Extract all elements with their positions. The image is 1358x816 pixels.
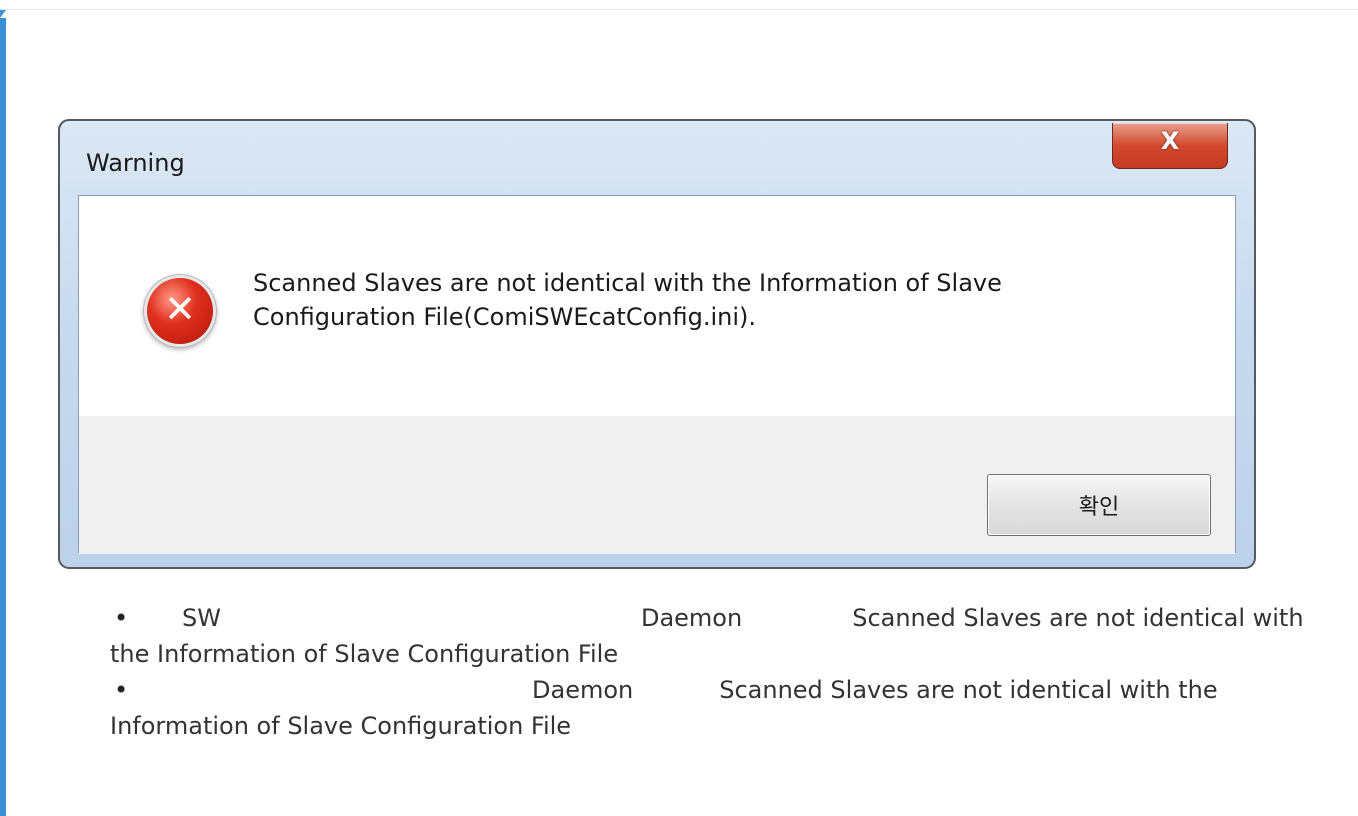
dialog-content: ✕ Scanned Slaves are not identical with … <box>78 195 1236 554</box>
ok-button[interactable]: 확인 <box>987 474 1211 536</box>
note-1-part-1: SW <box>182 604 221 632</box>
notes-list: SWDaemonScanned Slaves are not identical… <box>110 600 1330 744</box>
dialog-message-line-1: Scanned Slaves are not identical with th… <box>253 269 1002 297</box>
message-panel: ✕ Scanned Slaves are not identical with … <box>79 196 1235 416</box>
close-icon: X <box>1160 127 1180 155</box>
note-1-part-2: Daemon <box>640 604 743 632</box>
note-2-part-1: Daemon <box>532 676 634 704</box>
left-accent-bar <box>0 10 6 816</box>
page: Warning X ✕ Scanned Slaves are not ident… <box>0 0 1358 816</box>
note-2-part-2: Scanned Slaves are not identical with th… <box>110 676 1218 740</box>
dialog-message: Scanned Slaves are not identical with th… <box>253 266 1213 334</box>
button-panel: 확인 <box>79 416 1235 554</box>
warning-dialog-screenshot: Warning X ✕ Scanned Slaves are not ident… <box>58 119 1256 569</box>
list-item: DaemonScanned Slaves are not identical w… <box>110 672 1330 744</box>
dialog-title: Warning <box>86 149 185 177</box>
list-item: SWDaemonScanned Slaves are not identical… <box>110 600 1330 672</box>
dialog-message-line-2: Configuration File(ComiSWEcatConfig.ini)… <box>253 303 757 331</box>
error-icon: ✕ <box>147 278 213 344</box>
close-button[interactable]: X <box>1112 123 1228 169</box>
top-divider <box>0 9 1358 10</box>
